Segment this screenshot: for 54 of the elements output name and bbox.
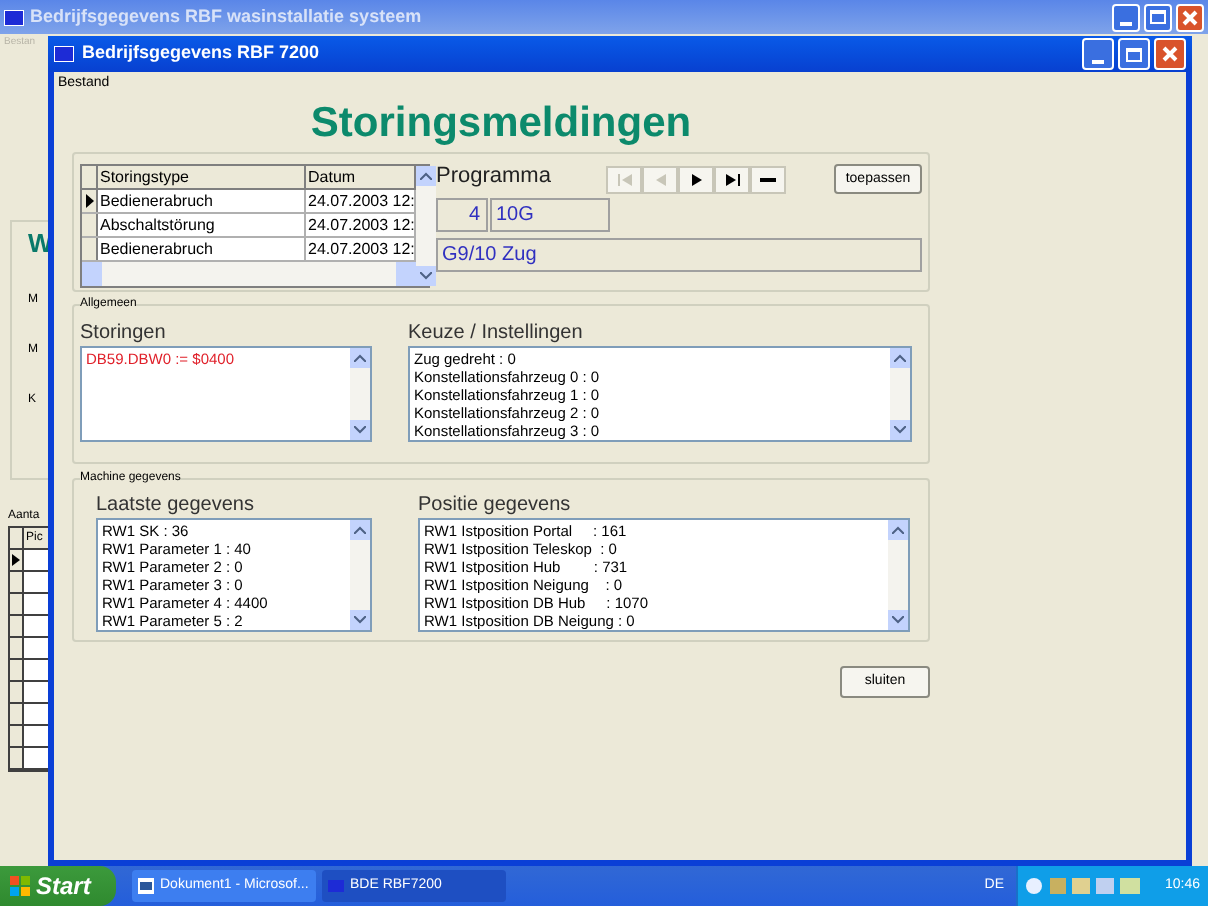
app-icon xyxy=(54,46,74,62)
page-heading: Storingsmeldingen xyxy=(310,99,692,147)
scrollbar[interactable] xyxy=(350,348,370,440)
windows-logo-icon xyxy=(10,876,30,896)
table-cell: Bedienerabruch xyxy=(98,190,306,212)
scroll-up-icon xyxy=(420,172,433,180)
horizontal-scrollbar[interactable] xyxy=(82,262,417,286)
maximize-button[interactable] xyxy=(1118,38,1150,70)
app-icon xyxy=(328,880,344,892)
scroll-down-icon xyxy=(894,426,906,434)
scroll-up-icon xyxy=(354,354,366,362)
section-label: Laatste gegevens xyxy=(96,494,256,518)
window-title: Bedrijfsgegevens RBF 7200 xyxy=(82,40,320,67)
minimize-button[interactable] xyxy=(1082,38,1114,70)
program-number-field: 4 xyxy=(436,198,488,232)
close-icon xyxy=(1162,46,1178,62)
scroll-down-icon xyxy=(420,272,433,280)
scroll-up-icon xyxy=(354,526,366,534)
close-button[interactable] xyxy=(1176,3,1204,31)
previous-icon xyxy=(655,174,666,186)
scrollbar[interactable] xyxy=(888,520,908,630)
program-code-field: 10G xyxy=(490,198,610,232)
tray-icons-drawing xyxy=(1026,876,1142,896)
first-record-icon xyxy=(617,174,632,186)
close-button[interactable] xyxy=(1154,38,1186,70)
table-cell: Bedienerabruch xyxy=(98,238,306,260)
section-label: Positie gegevens xyxy=(418,494,573,518)
scroll-down-icon xyxy=(354,426,366,434)
window-title: Bedrijfsgegevens RBF wasinstallatie systeem xyxy=(30,3,422,30)
scrollbar[interactable] xyxy=(416,166,437,286)
section-label: Keuze / Instellingen xyxy=(408,322,585,346)
scroll-up-icon xyxy=(894,354,906,362)
last-record-icon xyxy=(725,174,740,186)
section-label: Storingen xyxy=(80,322,168,346)
scrollbar[interactable] xyxy=(350,520,370,630)
minimize-button[interactable] xyxy=(1112,3,1140,31)
scroll-up-icon xyxy=(892,526,904,534)
scrollbar[interactable] xyxy=(890,348,910,440)
maximize-button[interactable] xyxy=(1144,3,1172,31)
programma-label: Programma xyxy=(436,164,551,190)
scroll-down-icon xyxy=(354,616,366,624)
nav-button[interactable] xyxy=(750,166,787,194)
scroll-down-icon xyxy=(892,616,904,624)
close-icon xyxy=(1182,9,1198,25)
program-description-field: G9/10 Zug xyxy=(436,238,922,272)
app-icon xyxy=(4,9,24,25)
play-icon xyxy=(691,174,702,186)
table-cell: Abschaltstörung xyxy=(98,214,306,236)
column-header[interactable]: Storingstype xyxy=(98,166,306,188)
minus-icon xyxy=(760,178,777,182)
start-button[interactable]: Start xyxy=(0,866,116,906)
nav-button[interactable] xyxy=(714,166,751,194)
document-icon xyxy=(138,878,154,894)
nav-button[interactable] xyxy=(678,166,715,194)
